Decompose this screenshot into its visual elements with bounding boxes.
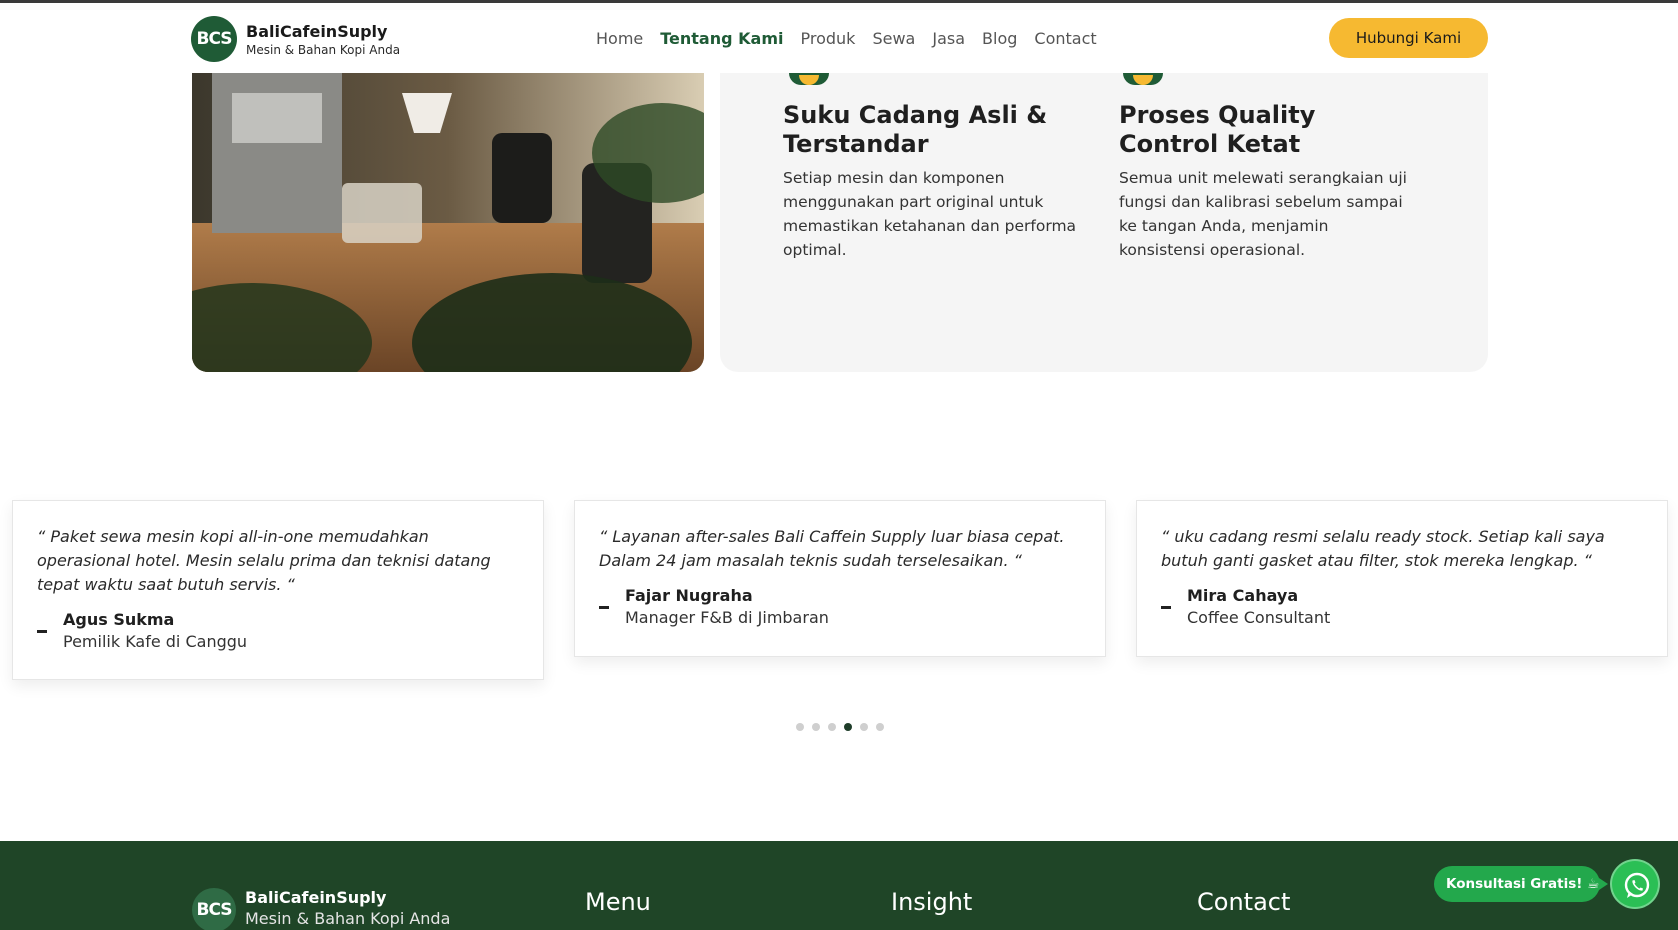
whatsapp-button[interactable]	[1610, 859, 1660, 909]
testimonial-card: “ Paket sewa mesin kopi all-in-one memud…	[12, 500, 544, 680]
testimonial-name: Mira Cahaya	[1187, 586, 1299, 605]
feature-title: Proses Quality Control Ketat	[1119, 101, 1316, 158]
testimonial-role: Pemilik Kafe di Canggu	[63, 632, 248, 651]
testimonial-card: “ uku cadang resmi selalu ready stock. S…	[1136, 500, 1668, 657]
site-header: BCS BaliCafeinSuply Mesin & Bahan Kopi A…	[0, 3, 1678, 73]
dash-icon	[599, 606, 609, 609]
site-footer: BCS BaliCafeinSuply Mesin & Bahan Kopi A…	[0, 841, 1678, 930]
testimonial-quote: “ Layanan after-sales Bali Caffein Suppl…	[599, 527, 1065, 570]
testimonial-name: Agus Sukma	[63, 610, 175, 629]
contact-us-button[interactable]: Hubungi Kami	[1329, 18, 1488, 58]
dash-icon	[1161, 606, 1171, 609]
nav-jasa[interactable]: Jasa	[932, 29, 965, 48]
feature-title: Suku Cadang Asli & Terstandar	[783, 101, 1048, 158]
footer-tagline: Mesin & Bahan Kopi Anda	[245, 909, 451, 928]
brand-tagline: Mesin & Bahan Kopi Anda	[246, 42, 401, 57]
free-consultation-label[interactable]: Konsultasi Gratis! ☕	[1434, 866, 1608, 902]
carousel-dot[interactable]	[812, 723, 820, 731]
testimonial-quote: “ Paket sewa mesin kopi all-in-one memud…	[37, 527, 491, 594]
testimonial-role: Coffee Consultant	[1187, 608, 1331, 627]
footer-heading-contact: Contact	[1197, 888, 1291, 916]
carousel-dot[interactable]	[828, 723, 836, 731]
feature-badge-icon	[1123, 73, 1163, 85]
feature-badge-icon	[789, 73, 829, 85]
brand-name: BaliCafeinSuply	[246, 21, 388, 41]
logo-mark: BCS	[191, 16, 237, 62]
testimonial-role: Manager F&B di Jimbaran	[625, 608, 829, 627]
feature-description: Setiap mesin dan komponen menggunakan pa…	[783, 169, 1077, 259]
carousel-dots	[796, 723, 884, 731]
coffee-station-image	[192, 73, 704, 372]
whatsapp-icon	[1624, 872, 1650, 898]
feature-description: Semua unit melewati serangkaian uji fung…	[1119, 169, 1407, 259]
nav-tentang-kami[interactable]: Tentang Kami	[660, 29, 783, 48]
nav-produk[interactable]: Produk	[801, 29, 856, 48]
nav-blog[interactable]: Blog	[982, 29, 1017, 48]
testimonial-author: Fajar Nugraha Manager F&B di Jimbaran	[599, 585, 1081, 629]
coffee-station-illustration	[192, 73, 704, 372]
footer-heading-menu: Menu	[585, 888, 651, 916]
testimonial-name: Fajar Nugraha	[625, 586, 753, 605]
nav-contact[interactable]: Contact	[1034, 29, 1096, 48]
carousel-dot[interactable]	[860, 723, 868, 731]
testimonial-card: “ Layanan after-sales Bali Caffein Suppl…	[574, 500, 1106, 657]
carousel-dot[interactable]	[844, 723, 852, 731]
features-panel: Suku Cadang Asli & Terstandar Setiap mes…	[720, 73, 1488, 372]
footer-brand-name: BaliCafeinSuply	[245, 888, 387, 907]
testimonial-quote: “ uku cadang resmi selalu ready stock. S…	[1161, 527, 1605, 570]
footer-logo[interactable]: BCS BaliCafeinSuply Mesin & Bahan Kopi A…	[192, 888, 450, 930]
testimonial-author: Agus Sukma Pemilik Kafe di Canggu	[37, 609, 519, 653]
main-nav: Home Tentang Kami Produk Sewa Jasa Blog …	[596, 29, 1097, 48]
footer-heading-insight: Insight	[891, 888, 973, 916]
dash-icon	[37, 630, 47, 633]
site-logo[interactable]: BCS BaliCafeinSuply Mesin & Bahan Kopi A…	[191, 16, 400, 62]
carousel-dot[interactable]	[796, 723, 804, 731]
testimonial-author: Mira Cahaya Coffee Consultant	[1161, 585, 1643, 629]
carousel-dot[interactable]	[876, 723, 884, 731]
nav-sewa[interactable]: Sewa	[872, 29, 915, 48]
nav-home[interactable]: Home	[596, 29, 643, 48]
logo-mark: BCS	[192, 888, 236, 930]
